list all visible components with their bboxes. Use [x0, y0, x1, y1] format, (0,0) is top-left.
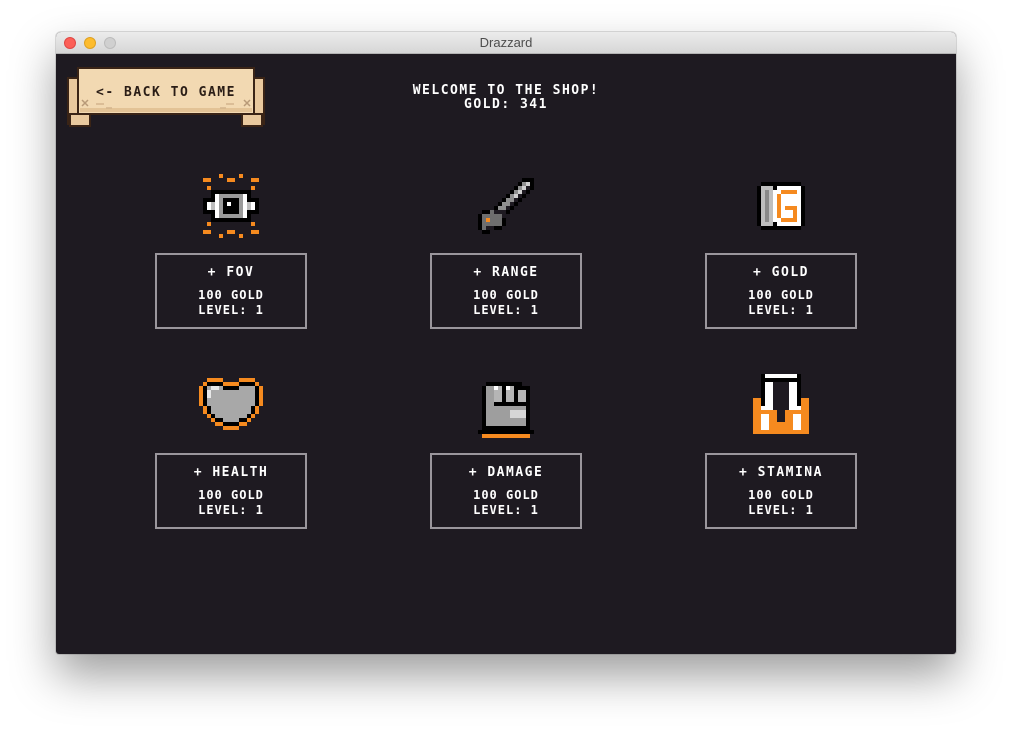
heart-icon	[199, 374, 263, 438]
item-level: LEVEL: 1	[198, 503, 264, 517]
game-window: Drazzard <- BACK TO GAME WELCOME TO THE …	[56, 32, 956, 654]
item-name: + FOV	[207, 265, 255, 280]
item-name: + STAMINA	[739, 465, 823, 480]
shop-item-health-card[interactable]: + HEALTH 100 GOLD LEVEL: 1	[155, 453, 307, 529]
title-bar: Drazzard	[56, 32, 956, 54]
gold-coin-icon	[749, 174, 813, 238]
item-level: LEVEL: 1	[748, 303, 814, 317]
gauntlet-icon	[474, 374, 538, 438]
item-cost: 100 GOLD	[748, 488, 814, 502]
item-level: LEVEL: 1	[198, 303, 264, 317]
item-name: + RANGE	[473, 265, 539, 280]
sword-icon	[474, 174, 538, 238]
item-cost: 100 GOLD	[198, 488, 264, 502]
boots-icon	[749, 374, 813, 438]
eye-icon	[199, 174, 263, 238]
shop-item-range-card[interactable]: + RANGE 100 GOLD LEVEL: 1	[430, 253, 582, 329]
shop-item-fov-card[interactable]: + FOV 100 GOLD LEVEL: 1	[155, 253, 307, 329]
gold-counter: GOLD: 341	[464, 97, 548, 112]
shop-screen: <- BACK TO GAME WELCOME TO THE SHOP! GOL…	[56, 54, 956, 654]
item-name: + GOLD	[753, 265, 809, 280]
shop-welcome-title: WELCOME TO THE SHOP!	[412, 83, 600, 98]
item-cost: 100 GOLD	[473, 488, 539, 502]
item-cost: 100 GOLD	[198, 288, 264, 302]
item-cost: 100 GOLD	[473, 288, 539, 302]
item-name: + DAMAGE	[468, 465, 544, 480]
item-level: LEVEL: 1	[748, 503, 814, 517]
item-level: LEVEL: 1	[473, 503, 539, 517]
shop-item-gold-card[interactable]: + GOLD 100 GOLD LEVEL: 1	[705, 253, 857, 329]
shop-item-damage-card[interactable]: + DAMAGE 100 GOLD LEVEL: 1	[430, 453, 582, 529]
shop-item-stamina-card[interactable]: + STAMINA 100 GOLD LEVEL: 1	[705, 453, 857, 529]
window-title: Drazzard	[479, 35, 533, 50]
item-name: + HEALTH	[193, 465, 269, 480]
item-level: LEVEL: 1	[473, 303, 539, 317]
item-cost: 100 GOLD	[748, 288, 814, 302]
